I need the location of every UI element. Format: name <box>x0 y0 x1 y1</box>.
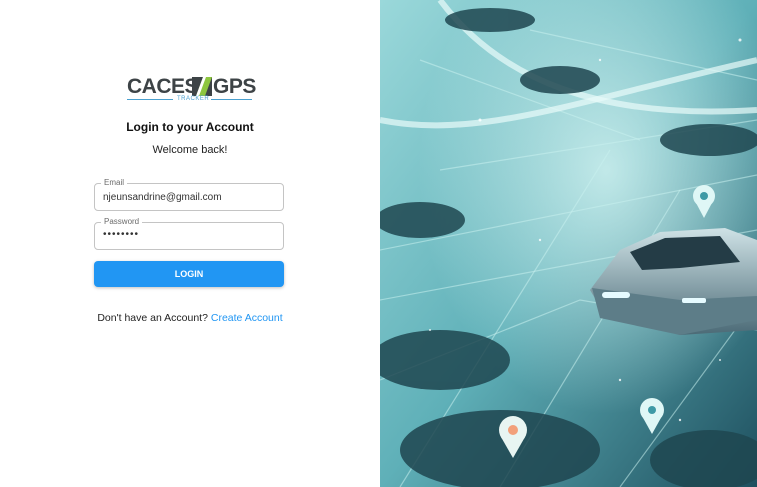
signup-prompt-text: Don't have an Account? <box>97 312 208 324</box>
password-label: Password <box>101 217 143 227</box>
page-subtitle: Welcome back! <box>152 144 228 156</box>
hero-panel <box>380 0 757 487</box>
password-value[interactable]: •••••••• <box>103 229 139 241</box>
signup-prompt: Don't have an Account? Create Account <box>0 312 380 324</box>
email-field[interactable]: Email njeunsandrine@gmail.com <box>94 178 284 211</box>
email-value[interactable]: njeunsandrine@gmail.com <box>103 192 222 204</box>
caces-gps-logo: CACES GPS TRACKER <box>127 75 256 104</box>
login-panel: CACES GPS TRACKER Login to your Account … <box>0 0 380 487</box>
logo-text-gps: GPS <box>213 75 256 98</box>
email-label: Email <box>101 178 128 188</box>
logo-underline-right <box>205 99 252 100</box>
hero-image <box>380 0 757 487</box>
logo-tagline: TRACKER <box>175 96 212 103</box>
login-button[interactable]: LOGIN <box>94 261 284 287</box>
logo-mark-icon <box>192 77 212 96</box>
logo-underline-left <box>127 99 173 100</box>
page-title: Login to your Account <box>126 120 254 134</box>
create-account-link[interactable]: Create Account <box>211 312 283 324</box>
password-field[interactable]: Password •••••••• <box>94 217 284 250</box>
logo-text-caces: CACES <box>127 75 199 98</box>
